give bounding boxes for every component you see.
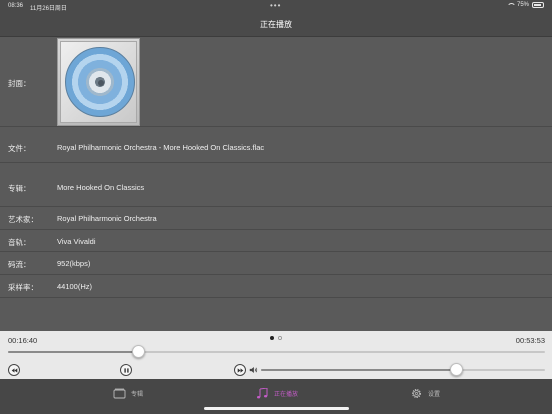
rewind-icon xyxy=(11,367,17,373)
bitrate-label: 码流： xyxy=(8,260,31,269)
total-time: 00:53:53 xyxy=(515,336,545,345)
artist-label: 艺术家： xyxy=(8,215,38,224)
progress-thumb[interactable] xyxy=(131,345,145,358)
page-dot-1[interactable] xyxy=(270,336,274,340)
volume-thumb[interactable] xyxy=(450,363,464,376)
row-samplerate: 采样率： 44100(Hz) xyxy=(0,275,552,298)
file-value: Royal Philharmonic Orchestra - More Hook… xyxy=(57,143,265,152)
fast-forward-icon xyxy=(237,367,243,373)
volume-fill xyxy=(261,369,457,371)
bitrate-value: 952(kbps) xyxy=(57,259,91,268)
tab-album[interactable]: 专辑 xyxy=(113,388,143,399)
track-label: 音轨： xyxy=(8,238,31,247)
gear-icon xyxy=(412,389,421,398)
volume-slider[interactable] xyxy=(261,363,545,376)
row-file: 文件： Royal Philharmonic Orchestra - More … xyxy=(0,127,552,163)
status-date: 11月26日周日 xyxy=(30,6,67,12)
page-indicator[interactable] xyxy=(270,336,282,340)
album-value: More Hooked On Classics xyxy=(57,183,145,192)
status-bar: 08:36 11月26日周日 ••• 75% xyxy=(0,0,552,12)
row-track: 音轨： Viva Vivaldi xyxy=(0,230,552,252)
samplerate-label: 采样率： xyxy=(8,283,38,292)
tab-album-label: 专辑 xyxy=(131,392,144,398)
pause-button[interactable] xyxy=(120,364,132,376)
navigation-bar: 正在播放 xyxy=(0,12,552,37)
battery-icon xyxy=(532,2,544,8)
multitasking-dots-icon[interactable]: ••• xyxy=(270,1,281,10)
album-icon xyxy=(113,388,126,399)
elapsed-time: 00:16:40 xyxy=(8,336,38,345)
wifi-icon xyxy=(506,2,516,8)
tab-now-playing[interactable]: 正在播放 xyxy=(256,388,298,399)
tab-settings-label: 设置 xyxy=(428,392,441,398)
track-value: Viva Vivaldi xyxy=(57,237,96,246)
cd-disc-icon xyxy=(65,47,135,117)
progress-fill xyxy=(8,351,139,353)
album-label: 专辑： xyxy=(8,184,31,193)
status-right: 75% xyxy=(506,2,544,8)
cover-label: 封面： xyxy=(8,79,31,88)
tab-now-playing-label: 正在播放 xyxy=(274,392,299,398)
music-note-icon xyxy=(257,388,268,399)
row-artist: 艺术家： Royal Philharmonic Orchestra xyxy=(0,207,552,230)
player-controls: 00:16:40 00:53:53 xyxy=(0,331,552,379)
progress-slider[interactable] xyxy=(8,345,545,358)
battery-percent: 75% xyxy=(516,2,529,8)
page-dot-2[interactable] xyxy=(278,336,282,340)
samplerate-value: 44100(Hz) xyxy=(57,282,93,291)
file-label: 文件： xyxy=(8,144,31,153)
album-cover-image xyxy=(57,38,140,126)
row-cover: 封面： xyxy=(0,37,552,127)
page-title: 正在播放 xyxy=(260,20,292,29)
fast-forward-button[interactable] xyxy=(234,364,246,376)
artist-value: Royal Philharmonic Orchestra xyxy=(57,214,157,223)
tab-settings[interactable]: 设置 xyxy=(410,388,440,399)
tab-bar: 专辑 正在播放 设置 xyxy=(0,379,552,414)
pause-icon xyxy=(123,367,129,373)
rewind-button[interactable] xyxy=(8,364,20,376)
row-album: 专辑： More Hooked On Classics xyxy=(0,163,552,207)
home-indicator[interactable] xyxy=(204,407,349,410)
volume-icon xyxy=(249,367,258,373)
row-bitrate: 码流： 952(kbps) xyxy=(0,252,552,275)
status-time: 08:36 xyxy=(8,3,24,9)
